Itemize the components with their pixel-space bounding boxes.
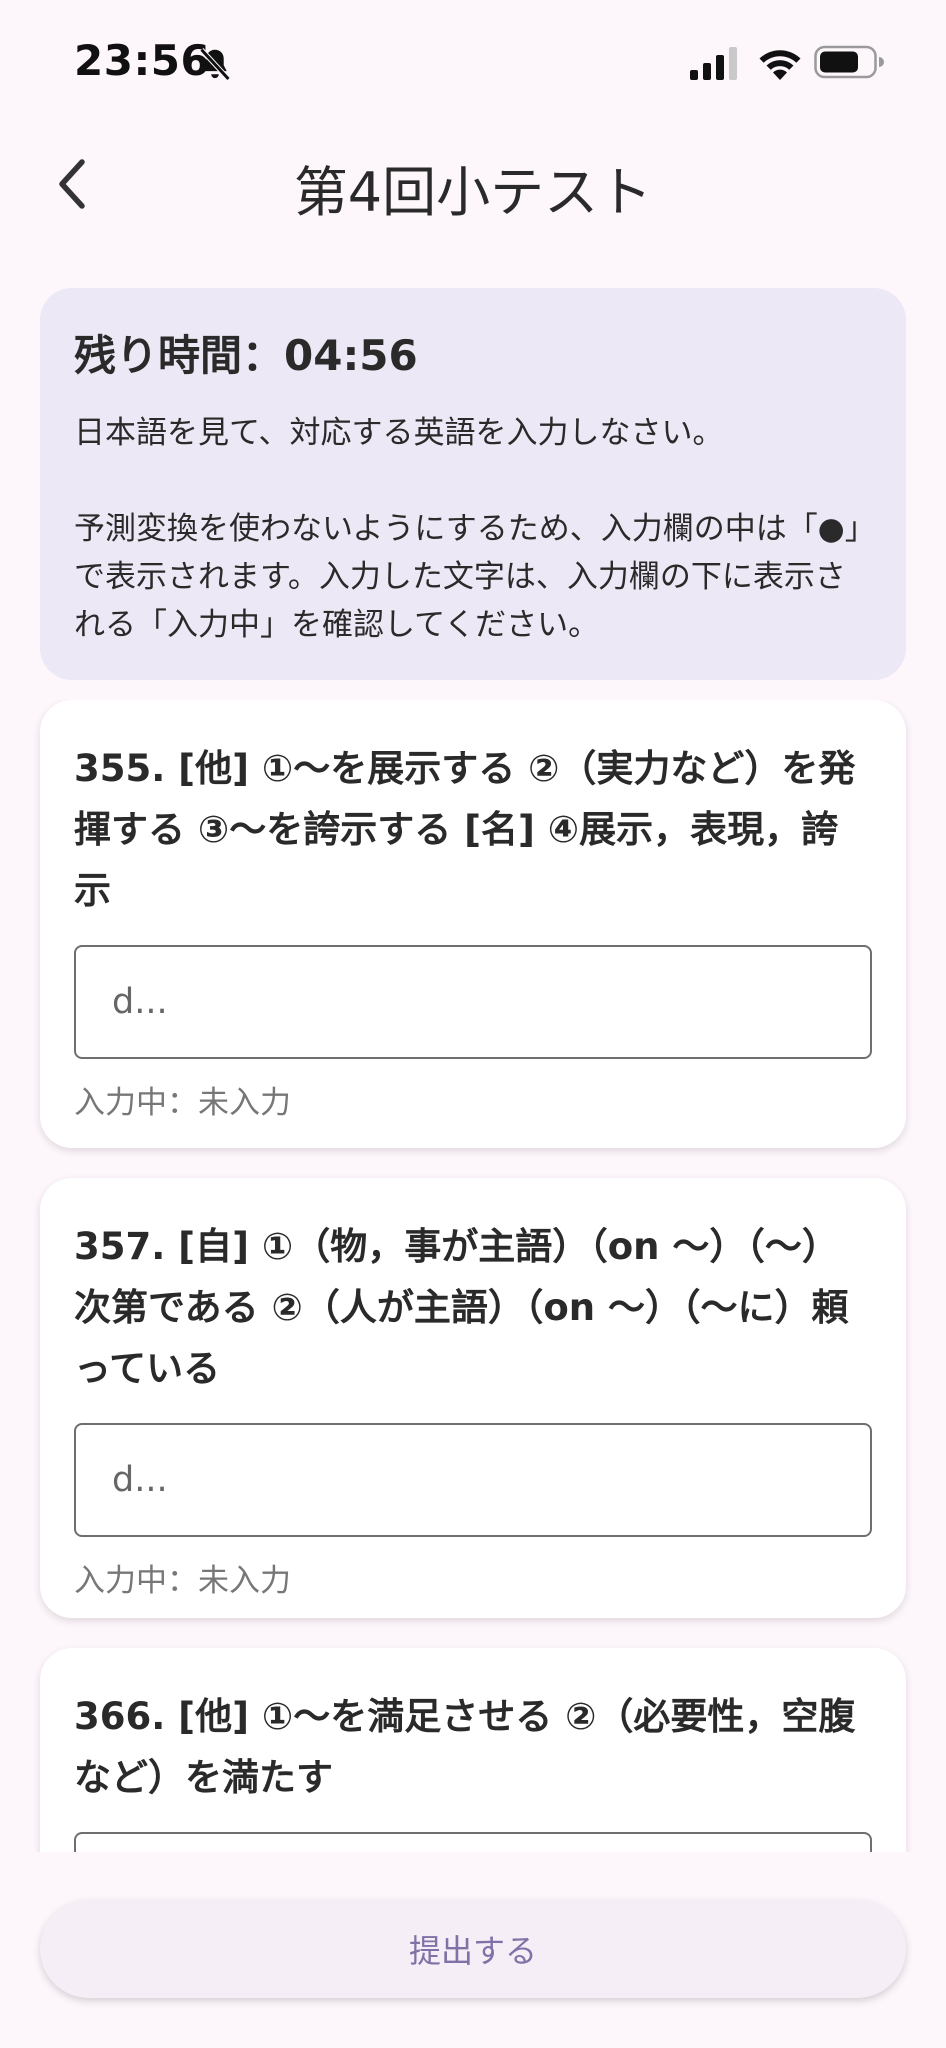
question-text: 366. [他] ①～を満足させる ②（必要性，空腹など）を満たす xyxy=(74,1695,856,1799)
wifi-icon xyxy=(759,50,801,80)
question-card: 357. [自] ①（物，事が主語）（on ～）（～）次第である ②（人が主語）… xyxy=(40,1178,906,1618)
page-title: 第4回小テスト xyxy=(293,161,653,224)
typing-status: 入力中：未入力 xyxy=(74,1563,291,1599)
answer-input[interactable] xyxy=(74,1832,872,1852)
submit-button[interactable]: 提出する xyxy=(40,1900,906,1998)
question-text: 357. [自] ①（物，事が主語）（on ～）（～）次第である ②（人が主語）… xyxy=(74,1225,849,1390)
instruction-text: 日本語を見て、対応する英語を入力しなさい。 予測変換を使わないようにするため、入… xyxy=(74,415,861,643)
info-card: 残り時間：04:56 日本語を見て、対応する英語を入力しなさい。 予測変換を使わ… xyxy=(40,288,906,680)
typing-status: 入力中：未入力 xyxy=(74,1085,291,1121)
signal-icon xyxy=(690,47,737,80)
battery-icon xyxy=(814,45,884,79)
question-list[interactable]: 355. [他] ①～を展示する ②（実力など）を発揮する ③～を誇示する [名… xyxy=(0,700,946,1852)
app-bar: 第4回小テスト xyxy=(0,124,946,244)
bell-slash-icon xyxy=(199,48,231,81)
status-bar: 23:56 xyxy=(0,0,946,124)
status-time: 23:56 xyxy=(74,36,211,85)
remaining-time: 残り時間：04:56 xyxy=(74,331,418,380)
question-text: 355. [他] ①～を展示する ②（実力など）を発揮する ③～を誇示する [名… xyxy=(74,747,856,912)
question-card: 366. [他] ①～を満足させる ②（必要性，空腹など）を満たす xyxy=(40,1648,906,1852)
question-card: 355. [他] ①～を展示する ②（実力など）を発揮する ③～を誇示する [名… xyxy=(40,700,906,1148)
answer-input[interactable] xyxy=(74,1423,872,1537)
answer-input[interactable] xyxy=(74,945,872,1059)
